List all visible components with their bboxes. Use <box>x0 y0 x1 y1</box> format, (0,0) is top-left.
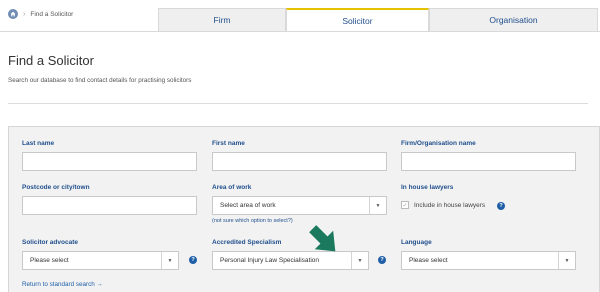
chevron-down-icon: ▼ <box>351 252 368 269</box>
arrow-pointer-icon <box>309 225 336 252</box>
return-to-standard-search-link[interactable]: Return to standard search → <box>22 281 103 288</box>
advocate-select[interactable]: Please select ▼ <box>22 251 179 270</box>
tab-firm[interactable]: Firm <box>158 8 286 32</box>
tab-divider <box>0 31 600 32</box>
help-icon[interactable]: ? <box>378 256 386 264</box>
breadcrumb-current: Find a Solicitor <box>30 10 74 18</box>
tab-organisation[interactable]: Organisation <box>429 8 598 32</box>
in-house-checkbox-label: Include in house lawyers <box>414 201 486 209</box>
tab-solicitor[interactable]: Solicitor <box>286 8 429 32</box>
postcode-input[interactable] <box>22 196 197 215</box>
specialism-label: Accredited Specialism <box>212 239 282 246</box>
chevron-down-icon: ▼ <box>558 252 575 269</box>
last-name-label: Last name <box>22 140 55 147</box>
area-of-work-label: Area of work <box>212 184 252 191</box>
breadcrumb: › Find a Solicitor <box>8 9 73 19</box>
section-divider <box>8 103 588 104</box>
in-house-option: ✓ Include in house lawyers <box>401 201 485 209</box>
last-name-input[interactable] <box>22 152 197 171</box>
language-value: Please select <box>409 257 448 264</box>
advocate-value: Please select <box>30 257 69 264</box>
first-name-label: First name <box>212 140 245 147</box>
chevron-down-icon: ▼ <box>369 197 386 214</box>
language-select[interactable]: Please select ▼ <box>401 251 576 270</box>
help-icon[interactable]: ? <box>497 202 505 210</box>
page-subtitle: Search our database to find contact deta… <box>8 77 192 84</box>
search-tabs: Firm Solicitor Organisation <box>158 8 598 32</box>
language-label: Language <box>401 239 432 246</box>
search-form: Last name First name Firm/Organisation n… <box>8 126 600 292</box>
help-icon[interactable]: ? <box>189 256 197 264</box>
advocate-label: Solicitor advocate <box>22 239 78 246</box>
area-help-link[interactable]: (not sure which option to select?) <box>212 218 293 224</box>
page-title: Find a Solicitor <box>8 53 94 68</box>
home-icon[interactable] <box>8 9 18 19</box>
in-house-label: In house lawyers <box>401 184 454 191</box>
specialism-select[interactable]: Personal Injury Law Specialisation ▼ <box>212 251 369 270</box>
postcode-label: Postcode or city/town <box>22 184 90 191</box>
chevron-down-icon: ▼ <box>161 252 178 269</box>
area-of-work-value: Select area of work <box>220 202 276 209</box>
chevron-right-icon: › <box>23 10 26 18</box>
org-name-label: Firm/Organisation name <box>401 140 476 147</box>
specialism-value: Personal Injury Law Specialisation <box>220 257 319 264</box>
in-house-checkbox[interactable]: ✓ <box>401 201 409 209</box>
first-name-input[interactable] <box>212 152 387 171</box>
area-of-work-select[interactable]: Select area of work ▼ <box>212 196 387 215</box>
org-name-input[interactable] <box>401 152 576 171</box>
